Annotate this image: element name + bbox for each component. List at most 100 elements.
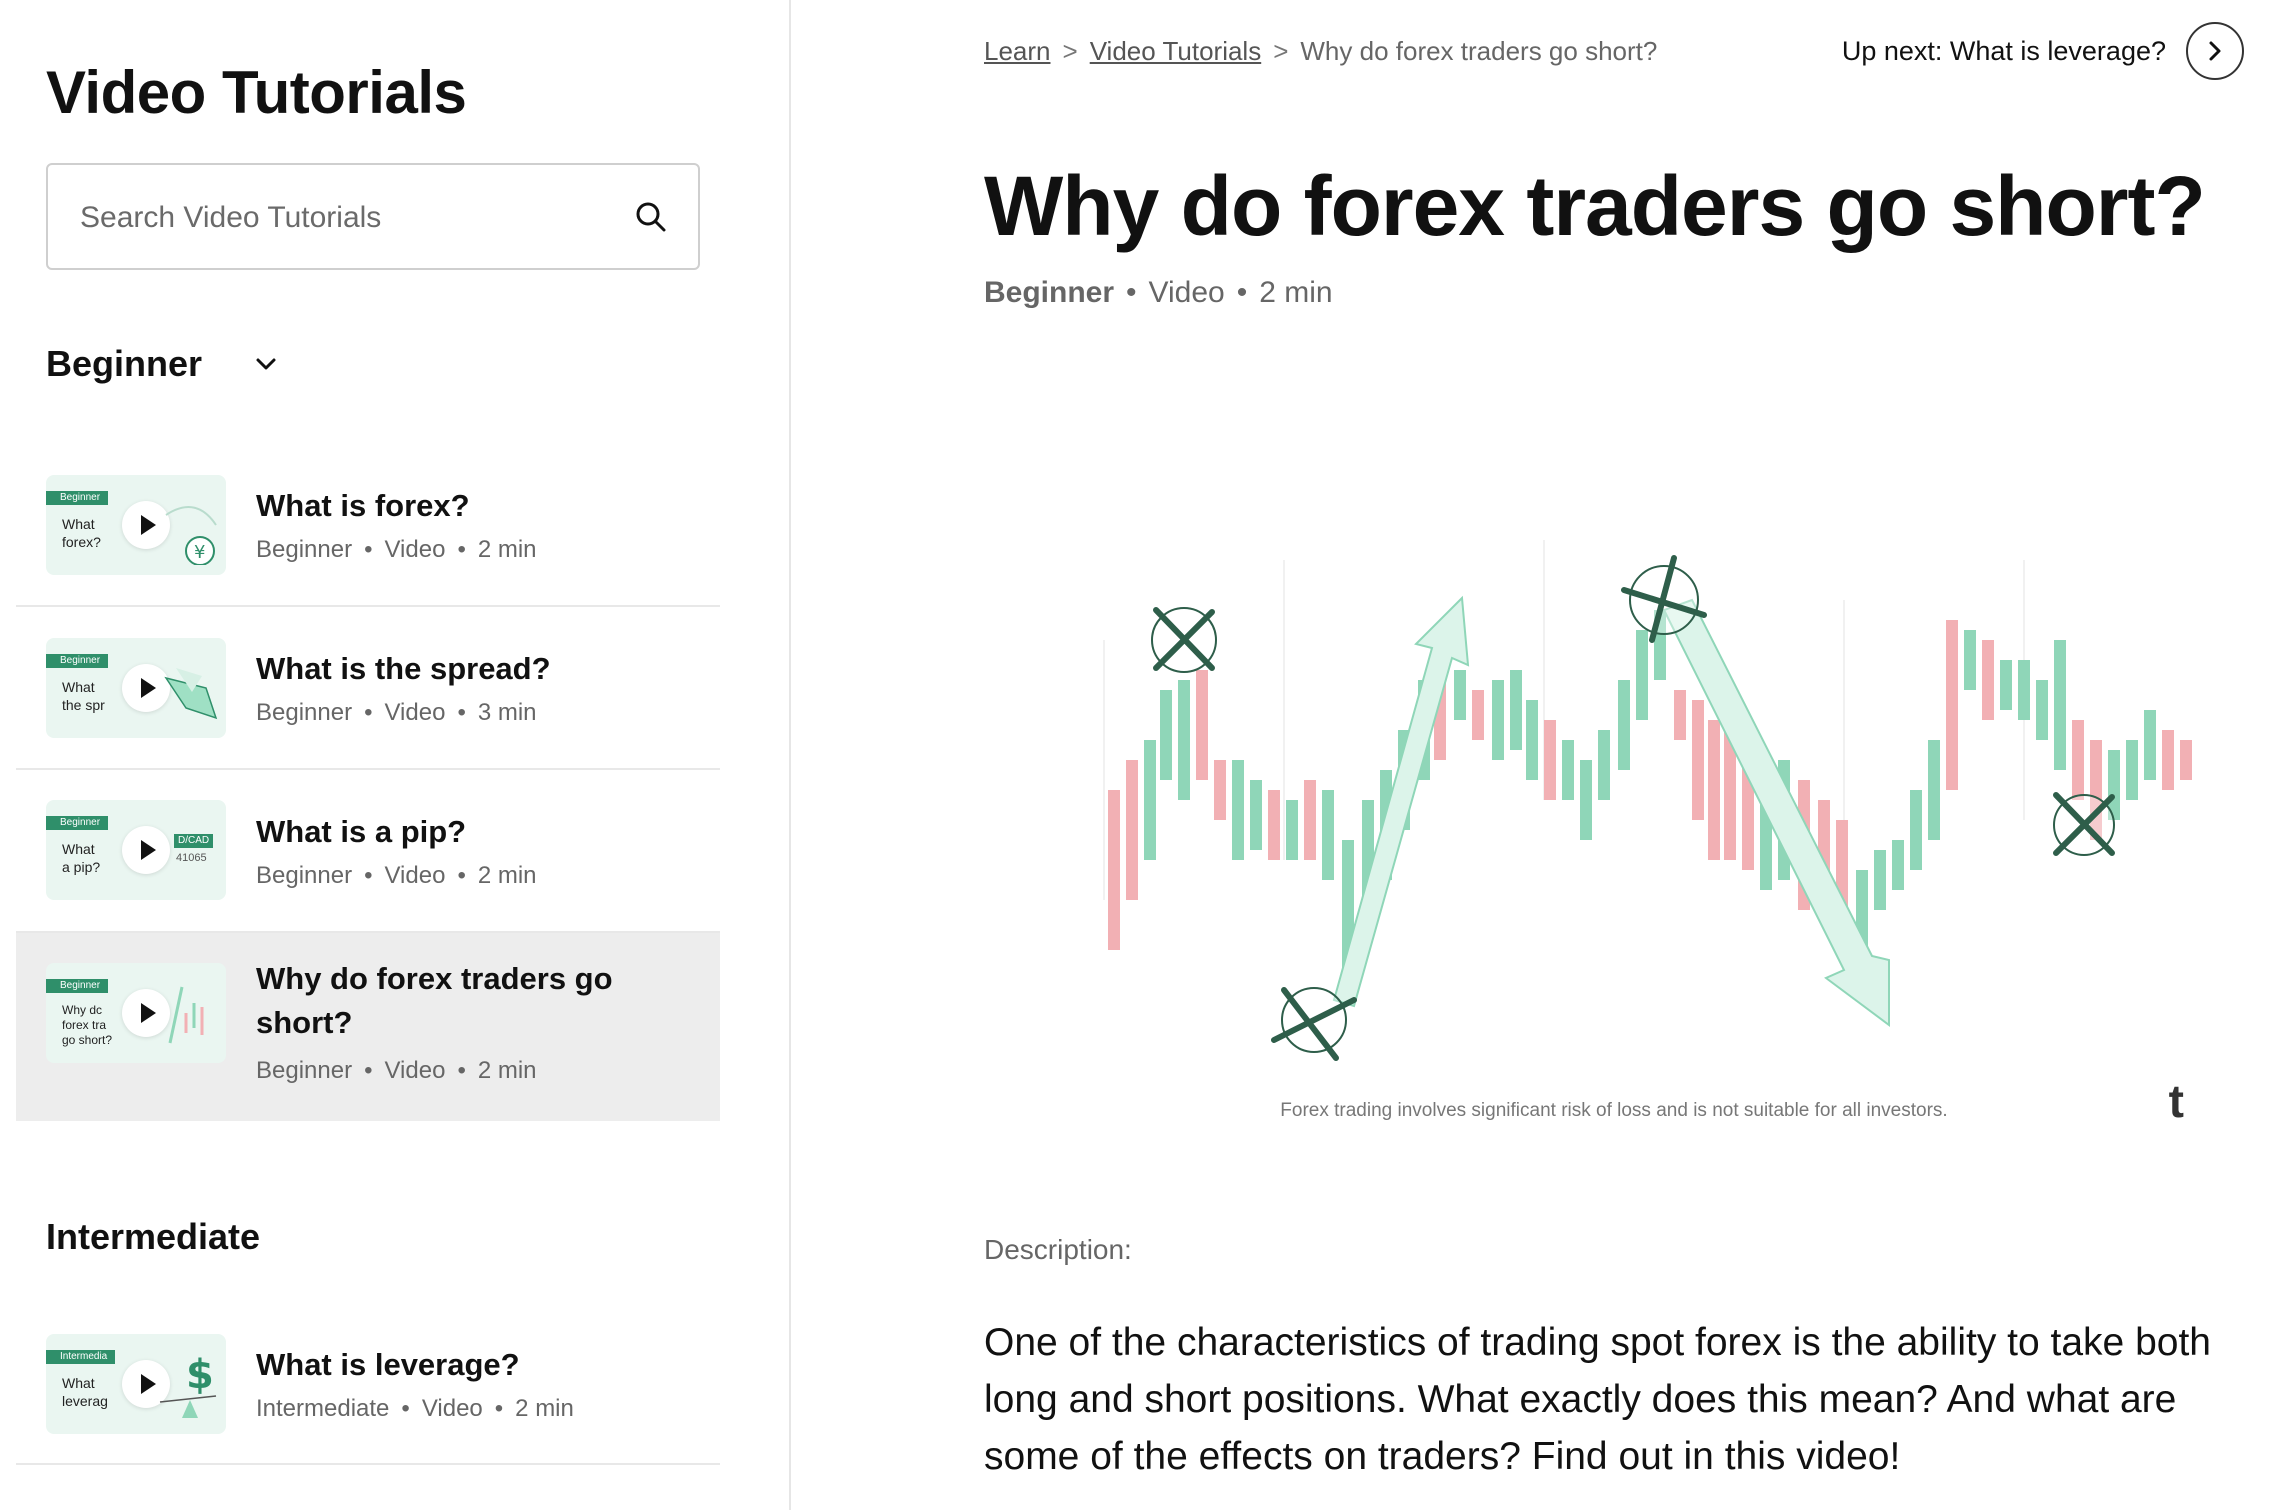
green-candle [1928, 740, 1940, 840]
breadcrumb-current: Why do forex traders go short? [1300, 36, 1658, 66]
breadcrumb-link-video-tutorials[interactable]: Video Tutorials [1090, 36, 1262, 67]
red-candle [1214, 760, 1226, 820]
video-player[interactable]: Forex trading involves significant risk … [984, 440, 2244, 1140]
tag-icon [164, 668, 218, 720]
green-candle [2036, 680, 2048, 740]
video-level: Intermediate [256, 1395, 390, 1422]
video-thumbnail[interactable]: Intermedia What leverag $ [46, 1334, 226, 1434]
green-candle [1322, 790, 1334, 880]
up-next[interactable]: Up next: What is leverage? [1842, 22, 2244, 80]
video-meta: Beginner • Video • 3 min [256, 699, 537, 726]
video-type: Video [384, 862, 446, 889]
video-thumbnail[interactable]: Beginner Why dc forex tra go short? [46, 963, 226, 1063]
up-next-label[interactable]: Up next: What is leverage? [1842, 36, 2166, 67]
description-text: One of the characteristics of trading sp… [984, 1321, 2211, 1478]
red-candle [2162, 730, 2174, 790]
red-candle [1472, 690, 1484, 740]
green-candle [2018, 660, 2030, 720]
green-candle [1964, 630, 1976, 690]
video-duration: 2 min [477, 1057, 537, 1084]
video-meta: Beginner • Video • 2 min [256, 862, 537, 889]
svg-text:¥: ¥ [194, 542, 205, 563]
red-candle [1196, 670, 1208, 780]
video-level: Beginner [256, 536, 353, 563]
yen-coin-icon: ¥ [165, 506, 217, 565]
green-candle [1910, 790, 1922, 870]
thumbnail-price: 41065 [176, 852, 207, 864]
video-thumbnail[interactable]: Beginner What the spr [46, 638, 226, 738]
green-candle [1636, 630, 1648, 720]
video-duration: 2 min [1259, 276, 1333, 309]
search-box[interactable] [46, 163, 700, 270]
video-meta: Intermediate • Video • 2 min [256, 1395, 574, 1422]
thumbnail-level-tag: Beginner [46, 979, 109, 993]
video-list-item[interactable]: Intermedia What leverag $ What is levera… [16, 1315, 720, 1465]
video-list-item[interactable]: Beginner What the spr What is the spread… [16, 607, 720, 770]
video-level: Beginner [256, 699, 353, 726]
video-duration: 3 min [477, 699, 537, 726]
video-frame-candlestick-illustration [1103, 540, 2192, 1061]
video-type: Video [384, 699, 446, 726]
breadcrumb-separator: > [1273, 36, 1289, 66]
video-list-item-active[interactable]: Beginner Why dc forex tra go short? Why … [16, 933, 720, 1121]
green-candle [1874, 850, 1886, 910]
green-candle [1160, 690, 1172, 780]
breadcrumb: Learn > Video Tutorials > Why do forex t… [984, 36, 1657, 67]
red-candle [2180, 740, 2192, 780]
svg-text:$: $ [186, 1352, 214, 1398]
video-type: Video [1148, 276, 1225, 309]
red-candle [1982, 640, 1994, 720]
thumbnail-level-tag: Beginner [46, 491, 109, 505]
red-candle [1946, 620, 1958, 790]
risk-disclaimer: Forex trading involves significant risk … [1280, 1100, 1948, 1121]
red-candle [1544, 720, 1556, 800]
green-candle [2054, 640, 2066, 770]
green-candle [2126, 740, 2138, 800]
video-meta: Beginner • Video • 2 min [984, 276, 1333, 309]
chevron-down-icon[interactable] [252, 350, 280, 378]
brand-logo: t [2168, 1075, 2184, 1127]
search-icon[interactable] [634, 200, 668, 234]
green-candle [1892, 840, 1904, 890]
video-duration: 2 min [477, 536, 537, 563]
video-duration: 2 min [515, 1395, 574, 1422]
video-thumbnail[interactable]: Beginner What a pip? D/CAD 41065 [46, 800, 226, 900]
video-thumbnail[interactable]: Beginner What forex? ¥ [46, 475, 226, 575]
video-meta: Beginner • Video • 2 min [256, 536, 537, 563]
thumbnail-level-tag: Beginner [46, 816, 109, 830]
video-duration: 2 min [477, 862, 537, 889]
video-title[interactable]: Why do forex traders go short? [256, 957, 676, 1045]
video-list-item[interactable]: Beginner What forex? ¥ What is forex? Be… [16, 460, 720, 607]
breadcrumb-link-learn[interactable]: Learn [984, 36, 1051, 67]
group-header-intermediate[interactable]: Intermediate [46, 1216, 260, 1258]
video-type: Video [421, 1395, 483, 1422]
red-candle [1268, 790, 1280, 860]
search-input[interactable] [78, 165, 622, 270]
red-candle [1304, 780, 1316, 860]
video-title[interactable]: What is forex? [256, 484, 676, 528]
video-type: Video [384, 536, 446, 563]
green-candle [1232, 760, 1244, 860]
group-header-beginner[interactable]: Beginner [46, 343, 280, 385]
group-label: Beginner [46, 343, 203, 384]
up-arrow-illustration [1332, 595, 1470, 1008]
green-candle [1492, 680, 1504, 760]
video-title[interactable]: What is a pip? [256, 810, 676, 854]
group-label: Intermediate [46, 1216, 261, 1257]
sidebar: Video Tutorials Beginner Beginner What f… [0, 0, 791, 1510]
red-candle [1692, 700, 1704, 820]
green-candle [2144, 710, 2156, 780]
green-candle [1250, 780, 1262, 850]
green-candle [1286, 800, 1298, 860]
thumbnail-pair-label: D/CAD [174, 834, 214, 848]
video-title[interactable]: What is leverage? [256, 1343, 676, 1387]
page-title: Why do forex traders go short? [984, 159, 2206, 253]
green-candle [1178, 680, 1190, 800]
next-button[interactable] [2186, 22, 2244, 80]
video-title[interactable]: What is the spread? [256, 647, 676, 691]
x-marker [2053, 792, 2115, 856]
play-icon[interactable] [122, 826, 170, 874]
red-candle [1126, 760, 1138, 900]
video-list-item[interactable]: Beginner What a pip? D/CAD 41065 What is… [16, 770, 720, 933]
red-candle [1108, 790, 1120, 950]
